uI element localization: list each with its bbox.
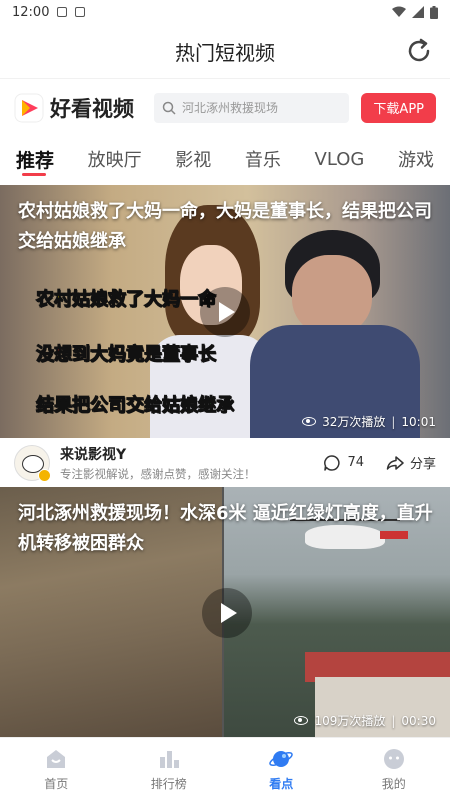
brand-row: 好看视频 河北涿州救援现场 下载APP bbox=[0, 78, 450, 136]
brand-name: 好看视频 bbox=[50, 96, 134, 121]
search-placeholder: 河北涿州救援现场 bbox=[182, 101, 279, 115]
refresh-icon[interactable] bbox=[404, 36, 434, 66]
gallery-icon bbox=[57, 7, 68, 17]
ranking-icon bbox=[159, 750, 179, 768]
video-card[interactable]: 农村姑娘救了大妈一命，大妈是董事长，结果把公司交给姑娘继承 农村姑娘救了大妈一命… bbox=[0, 185, 450, 438]
author-row: 来说影视Y 专注影视解说，感谢点赞，感谢关注！ 74 分享 bbox=[0, 438, 450, 487]
view-count: 109万次播放 bbox=[314, 714, 386, 728]
play-button[interactable] bbox=[200, 287, 250, 337]
verified-badge-icon bbox=[38, 468, 51, 482]
nav-mine[interactable]: 我的 bbox=[338, 738, 450, 800]
active-tab-indicator bbox=[22, 173, 46, 176]
planet-icon bbox=[269, 750, 294, 767]
video-meta: 32万次播放 | 10:01 bbox=[302, 413, 436, 430]
video-caption: 农村姑娘救了大妈一命 bbox=[36, 289, 217, 311]
video-caption: 没想到大妈竟是董事长 bbox=[36, 344, 217, 366]
brand[interactable]: 好看视频 bbox=[14, 93, 134, 123]
download-app-button[interactable]: 下载APP bbox=[361, 92, 436, 123]
title-bar: 热门短视频 bbox=[0, 24, 450, 78]
tab-recommend[interactable]: 推荐 bbox=[16, 146, 54, 173]
eye-icon bbox=[302, 417, 317, 426]
category-tabs: 推荐 放映厅 影视 音乐 VLOG 游戏 bbox=[0, 136, 450, 182]
author-name[interactable]: 来说影视Y bbox=[60, 444, 313, 464]
view-count: 32万次播放 bbox=[322, 415, 386, 429]
tab-film[interactable]: 影视 bbox=[175, 146, 211, 172]
tab-theater[interactable]: 放映厅 bbox=[88, 146, 142, 172]
video-card[interactable]: 河北涿州救援现场！水深6米 逼近红绿灯高度，直升机转移被困群众 109万次播放 … bbox=[0, 487, 450, 737]
nav-kandian[interactable]: 看点 bbox=[225, 738, 338, 800]
battery-icon bbox=[430, 5, 438, 19]
tab-music[interactable]: 音乐 bbox=[245, 146, 281, 172]
search-input[interactable]: 河北涿州救援现场 bbox=[154, 92, 350, 123]
play-icon bbox=[219, 302, 235, 322]
haokan-logo-icon bbox=[14, 93, 44, 122]
share-button[interactable]: 分享 bbox=[386, 453, 436, 472]
tab-vlog[interactable]: VLOG bbox=[315, 149, 365, 170]
bottom-nav: 首页 排行榜 看点 我的 bbox=[0, 737, 450, 800]
share-icon bbox=[386, 455, 404, 470]
search-icon bbox=[162, 101, 176, 115]
video-caption: 结果把公司交给姑娘继承 bbox=[36, 395, 235, 417]
page-title: 热门短视频 bbox=[175, 40, 275, 65]
status-bar: 12:00 bbox=[0, 0, 450, 24]
eye-icon bbox=[294, 716, 309, 725]
video-duration: 00:30 bbox=[401, 713, 436, 728]
video-duration: 10:01 bbox=[401, 414, 436, 429]
signal-icon bbox=[412, 6, 424, 18]
status-time: 12:00 bbox=[12, 4, 50, 20]
video-title: 农村姑娘救了大妈一命，大妈是董事长，结果把公司交给姑娘继承 bbox=[18, 201, 432, 252]
font-icon bbox=[75, 7, 86, 17]
author-description: 专注影视解说，感谢点赞，感谢关注！ bbox=[60, 466, 256, 481]
nav-label: 看点 bbox=[269, 776, 294, 791]
home-icon bbox=[47, 749, 66, 768]
nav-label: 排行榜 bbox=[150, 776, 187, 791]
profile-icon bbox=[383, 748, 404, 769]
nav-label: 我的 bbox=[381, 776, 406, 791]
play-icon bbox=[221, 603, 237, 623]
comment-icon bbox=[324, 454, 341, 471]
video-title: 河北涿州救援现场！水深6米 逼近红绿灯高度，直升机转移被困群众 bbox=[18, 503, 433, 554]
nav-label: 首页 bbox=[44, 776, 69, 791]
play-button[interactable] bbox=[202, 588, 252, 638]
nav-home[interactable]: 首页 bbox=[0, 738, 113, 800]
avatar[interactable] bbox=[14, 444, 51, 482]
tab-game[interactable]: 游戏 bbox=[398, 146, 434, 172]
wifi-icon bbox=[392, 6, 406, 17]
nav-ranking[interactable]: 排行榜 bbox=[113, 738, 226, 800]
share-label: 分享 bbox=[409, 457, 436, 472]
comment-count: 74 bbox=[347, 455, 364, 470]
comment-button[interactable]: 74 bbox=[323, 454, 364, 472]
video-meta: 109万次播放 | 00:30 bbox=[294, 712, 436, 729]
